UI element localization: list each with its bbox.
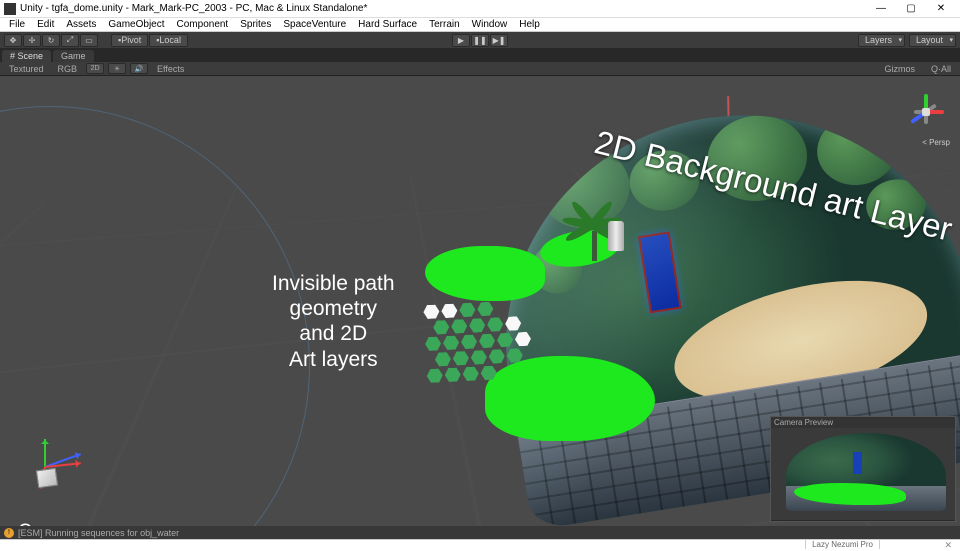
menu-edit[interactable]: Edit bbox=[32, 19, 59, 30]
layout-dropdown[interactable]: Layout bbox=[909, 34, 956, 47]
hand-tool-icon[interactable]: ✥ bbox=[4, 34, 22, 47]
menu-spaceventure[interactable]: SpaceVenture bbox=[278, 19, 351, 30]
scene-toolbar: Textured RGB 2D ☀ 🔊 Effects Gizmos Q·All bbox=[0, 62, 960, 76]
rect-tool-icon[interactable]: ▭ bbox=[80, 34, 98, 47]
gizmo-center-icon[interactable] bbox=[922, 108, 930, 116]
mode-2d-toggle[interactable]: 2D bbox=[86, 63, 104, 74]
tab-game[interactable]: Game bbox=[53, 50, 94, 62]
menu-assets[interactable]: Assets bbox=[61, 19, 101, 30]
panel-tabs: # Scene Game bbox=[0, 48, 960, 62]
gizmos-dropdown[interactable]: Gizmos bbox=[879, 64, 920, 74]
local-label: Local bbox=[159, 35, 181, 45]
play-button-icon[interactable]: ▶ bbox=[452, 34, 470, 47]
tab-scene[interactable]: # Scene bbox=[2, 50, 51, 62]
status-message: [ESM] Running sequences for obj_water bbox=[18, 528, 179, 538]
window-controls: — ▢ ✕ bbox=[866, 1, 956, 17]
camera-axes bbox=[25, 441, 85, 491]
scene-viewport[interactable]: Invisible path geometry and 2D Art layer… bbox=[0, 76, 960, 526]
maximize-button[interactable]: ▢ bbox=[896, 1, 926, 17]
taskbar-strip: Lazy Nezumi Pro ✕ bbox=[0, 539, 960, 550]
menu-component[interactable]: Component bbox=[172, 19, 234, 30]
pivot-label: Pivot bbox=[121, 35, 141, 45]
move-tool-icon[interactable]: ✢ bbox=[23, 34, 41, 47]
close-button[interactable]: ✕ bbox=[926, 1, 956, 17]
menu-help[interactable]: Help bbox=[514, 19, 545, 30]
scene-toolbar-right: Gizmos Q·All bbox=[879, 64, 956, 74]
camera-scene-object[interactable] bbox=[25, 441, 85, 491]
menu-terrain[interactable]: Terrain bbox=[424, 19, 465, 30]
menu-hardsurface[interactable]: Hard Surface bbox=[353, 19, 422, 30]
shaded-dropdown[interactable]: Textured bbox=[4, 64, 49, 74]
local-toggle[interactable]: ▪ Local bbox=[149, 34, 188, 47]
status-warning-icon[interactable]: ! bbox=[4, 528, 14, 538]
gizmo-persp-label[interactable]: < Persp bbox=[922, 138, 950, 147]
scale-tool-icon[interactable]: ⤢ bbox=[61, 34, 79, 47]
pivot-group: ▪ Pivot ▪ Local bbox=[111, 34, 188, 47]
menubar: File Edit Assets GameObject Component Sp… bbox=[0, 18, 960, 32]
cylinder-object bbox=[608, 221, 624, 251]
unity-app-icon bbox=[4, 3, 16, 15]
bottom-close-icon[interactable]: ✕ bbox=[940, 540, 956, 551]
camera-preview-viewport bbox=[771, 428, 955, 520]
statusbar: ! [ESM] Running sequences for obj_water bbox=[0, 526, 960, 539]
camera-preview-panel: Camera Preview bbox=[770, 416, 956, 522]
light-toggle-icon[interactable]: ☀ bbox=[108, 63, 126, 74]
audio-toggle-icon[interactable]: 🔊 bbox=[130, 63, 148, 74]
minimize-button[interactable]: — bbox=[866, 1, 896, 17]
effects-dropdown[interactable]: Effects bbox=[152, 64, 189, 74]
playback-controls: ▶ ❚❚ ▶❚ bbox=[452, 34, 508, 47]
annotation-path: Invisible path geometry and 2D Art layer… bbox=[272, 271, 395, 372]
bottom-app-tab[interactable]: Lazy Nezumi Pro bbox=[805, 540, 880, 549]
rotate-tool-icon[interactable]: ↻ bbox=[42, 34, 60, 47]
hex-tile-grid bbox=[423, 297, 587, 383]
search-scene[interactable]: Q·All bbox=[926, 64, 956, 74]
main-toolbar: ✥ ✢ ↻ ⤢ ▭ ▪ Pivot ▪ Local ▶ ❚❚ ▶❚ Layers… bbox=[0, 32, 960, 48]
titlebar: Unity - tgfa_dome.unity - Mark_Mark-PC_2… bbox=[0, 0, 960, 18]
menu-sprites[interactable]: Sprites bbox=[235, 19, 276, 30]
menu-window[interactable]: Window bbox=[467, 19, 513, 30]
pause-button-icon[interactable]: ❚❚ bbox=[471, 34, 489, 47]
annotation-camera: Camera bbox=[18, 521, 86, 526]
camera-icon bbox=[36, 468, 58, 489]
path-geometry-object[interactable] bbox=[420, 251, 700, 451]
transform-tools: ✥ ✢ ↻ ⤢ ▭ bbox=[4, 34, 98, 47]
pivot-toggle[interactable]: ▪ Pivot bbox=[111, 34, 148, 47]
camera-preview-title: Camera Preview bbox=[771, 417, 955, 428]
step-button-icon[interactable]: ▶❚ bbox=[490, 34, 508, 47]
menu-gameobject[interactable]: GameObject bbox=[103, 19, 169, 30]
path-blob bbox=[425, 246, 545, 301]
rgb-dropdown[interactable]: RGB bbox=[53, 64, 83, 74]
orientation-gizmo[interactable] bbox=[904, 90, 948, 134]
toolbar-right: Layers Layout bbox=[858, 34, 956, 47]
layers-dropdown[interactable]: Layers bbox=[858, 34, 905, 47]
menu-file[interactable]: File bbox=[4, 19, 30, 30]
window-title: Unity - tgfa_dome.unity - Mark_Mark-PC_2… bbox=[20, 3, 866, 14]
